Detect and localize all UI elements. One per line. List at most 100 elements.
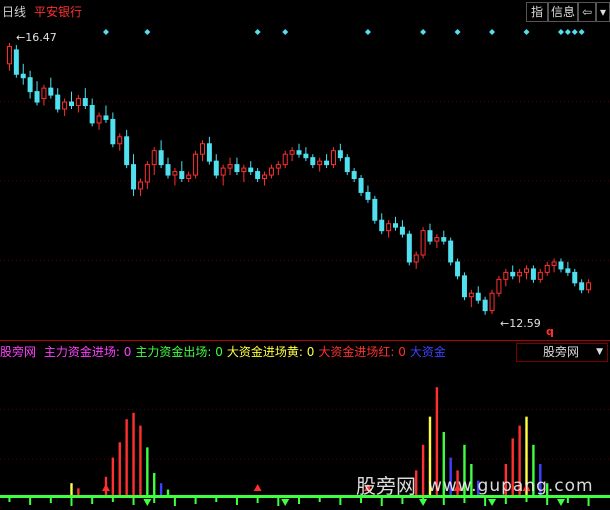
back-icon[interactable]: ⇦: [578, 2, 596, 22]
stock-name: 平安银行: [34, 5, 83, 19]
signal-diamond-icon: [282, 29, 289, 35]
candle-body: [517, 271, 523, 277]
indicator-bar: [139, 425, 142, 496]
indicator-tick: [153, 498, 156, 503]
indicator-tick: [173, 498, 176, 506]
indicator-tick: [194, 498, 197, 504]
indicator-selector-label: 股旁网: [543, 345, 580, 359]
info-button[interactable]: 信息: [548, 2, 578, 22]
candle-body: [82, 98, 88, 107]
down-arrow-icon: [143, 499, 152, 506]
candle-body: [503, 271, 509, 280]
candle-body: [461, 275, 467, 298]
candle-body: [117, 136, 123, 145]
candle-body: [510, 271, 516, 277]
signal-diamond-icon: [102, 29, 109, 35]
indicator-tick: [484, 498, 487, 506]
signal-diamond-icon: [454, 29, 461, 35]
indicator-bar: [111, 457, 115, 496]
up-arrow-icon: [253, 484, 262, 491]
candle-body: [358, 178, 364, 193]
candle-body: [241, 167, 247, 173]
indicator-tick: [49, 498, 52, 503]
pane-divider[interactable]: [0, 340, 610, 341]
indicator-tick: [8, 498, 11, 502]
candle-body: [275, 164, 281, 169]
candle-body: [530, 268, 536, 280]
candle-body: [27, 77, 33, 93]
candle-body: [441, 237, 447, 242]
signal-diamond-icon: [557, 29, 564, 35]
indicator-tick: [235, 498, 238, 505]
candle-body: [393, 223, 399, 228]
candle-body: [158, 150, 164, 166]
indicator-bar: [421, 444, 425, 496]
candle-body: [199, 143, 205, 155]
down-arrow-icon: [419, 499, 428, 506]
candle-body: [62, 101, 68, 110]
indicator-tick: [566, 498, 569, 503]
candle-body: [213, 160, 219, 176]
candle-body: [6, 45, 12, 65]
candle-body: [89, 105, 95, 124]
indicator-tick: [70, 498, 73, 506]
candle-body: [558, 261, 564, 270]
candle-body: [75, 98, 81, 107]
stock-chart-window: 日线 平安银行 指 信息 ⇦ ▾ ←16.47 ←12.59 q 股旁网 主力资…: [0, 0, 610, 510]
candle-body: [386, 223, 392, 232]
candle-body: [234, 164, 240, 173]
marker-label: q: [546, 325, 554, 338]
indicator-legend: 股旁网 主力资金进场: 0 主力资金出场: 0 大资金进场黄: 0 大资金进场红: 0…: [0, 343, 454, 359]
candle-body: [420, 230, 426, 256]
candle-body: [131, 164, 137, 190]
candle-body: [303, 153, 309, 159]
candle-body: [379, 219, 385, 232]
signal-diamond-icon: [420, 29, 427, 35]
candle-body: [172, 171, 178, 176]
candle-body: [20, 73, 26, 79]
indicator-item-2: 大资金进场黄: 0: [226, 345, 315, 359]
candle-body: [165, 164, 171, 176]
candle-body: [13, 49, 19, 75]
candle-body: [220, 167, 226, 176]
indicator-bar: [118, 442, 121, 496]
indicator-name[interactable]: 股旁网: [0, 345, 36, 359]
indicator-tick: [587, 498, 590, 506]
collapse-icon[interactable]: ▾: [596, 2, 610, 22]
candle-body: [482, 299, 488, 312]
candlestick-chart[interactable]: [0, 22, 610, 340]
candle-body: [524, 268, 530, 273]
candle-body: [475, 292, 481, 301]
candle-body: [413, 254, 419, 263]
down-arrow-icon: [556, 499, 565, 506]
watermark-url: www.gupang.com: [428, 476, 594, 496]
indicator-tick: [339, 498, 342, 505]
indicator-tick: [277, 498, 280, 506]
candle-body: [48, 87, 54, 96]
candle-body: [572, 271, 578, 284]
candle-body: [537, 271, 543, 280]
candle-body: [227, 164, 233, 169]
signal-diamond-icon: [254, 29, 261, 35]
indicator-bar: [132, 412, 135, 496]
signal-diamond-icon: [571, 29, 578, 35]
candle-body: [262, 174, 268, 180]
indicator-item-1: 主力资金出场: 0: [135, 345, 223, 359]
candle-body: [496, 278, 502, 294]
indicator-tick: [111, 498, 114, 502]
indicator-tick: [91, 498, 94, 504]
index-button[interactable]: 指: [526, 2, 548, 22]
candle-body: [179, 171, 185, 180]
down-arrow-icon: [488, 499, 497, 506]
candle-body: [544, 264, 550, 273]
candle-body: [137, 181, 143, 190]
candle-body: [330, 150, 336, 166]
signal-diamond-icon: [523, 29, 530, 35]
watermark-text: 股旁网: [356, 474, 416, 498]
indicator-item-0: 主力资金进场: 0: [43, 345, 132, 359]
candle-body: [282, 153, 288, 166]
period-label[interactable]: 日线: [2, 3, 26, 20]
candle-body: [151, 150, 157, 166]
candle-body: [406, 233, 412, 263]
candle-body: [337, 150, 343, 159]
